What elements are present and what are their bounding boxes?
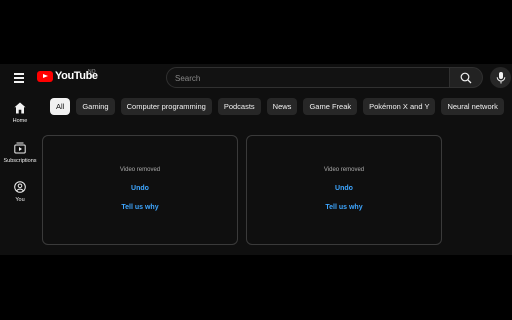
sidebar-item-label: Home xyxy=(12,118,28,124)
chip-gaming[interactable]: Gaming xyxy=(76,98,115,115)
removed-video-card: Video removed Undo Tell us why xyxy=(42,135,238,245)
removed-video-card: Video removed Undo Tell us why xyxy=(246,135,442,245)
youtube-app: YouTube NO Home Subscriptions xyxy=(0,64,512,255)
search-button[interactable] xyxy=(450,67,483,88)
home-icon xyxy=(14,102,26,114)
you-icon xyxy=(14,181,26,193)
chip-podcasts[interactable]: Podcasts xyxy=(217,98,261,115)
sidebar-item-home[interactable]: Home xyxy=(0,102,40,124)
video-removed-message: Video removed xyxy=(323,167,365,173)
chip-news[interactable]: News xyxy=(266,98,298,115)
region-code: NO xyxy=(88,69,96,75)
sidebar-item-label: Subscriptions xyxy=(3,158,37,164)
search-icon xyxy=(460,72,472,84)
undo-button[interactable]: Undo xyxy=(43,185,237,192)
filter-chips: All Gaming Computer programming Podcasts… xyxy=(50,98,504,115)
youtube-play-icon xyxy=(37,70,53,82)
tell-us-why-button[interactable]: Tell us why xyxy=(247,204,441,211)
chip-computer-programming[interactable]: Computer programming xyxy=(120,98,212,115)
chip-game-freak[interactable]: Game Freak xyxy=(303,98,358,115)
search-input[interactable] xyxy=(175,69,449,88)
voice-search-button[interactable] xyxy=(490,67,511,88)
sidebar-item-label: You xyxy=(15,197,25,203)
chip-all[interactable]: All xyxy=(50,98,71,115)
microphone-icon xyxy=(496,71,505,83)
chip-neural-network[interactable]: Neural network xyxy=(441,98,504,115)
sidebar-item-you[interactable]: You xyxy=(0,181,40,203)
chip-pokemon-x-and-y[interactable]: Pokémon X and Y xyxy=(363,98,436,115)
menu-icon[interactable] xyxy=(11,71,27,85)
undo-button[interactable]: Undo xyxy=(247,185,441,192)
search-box[interactable] xyxy=(166,67,450,88)
tell-us-why-button[interactable]: Tell us why xyxy=(43,204,237,211)
video-removed-message: Video removed xyxy=(119,167,161,173)
sidebar-item-subscriptions[interactable]: Subscriptions xyxy=(0,142,40,164)
subscriptions-icon xyxy=(14,142,26,154)
